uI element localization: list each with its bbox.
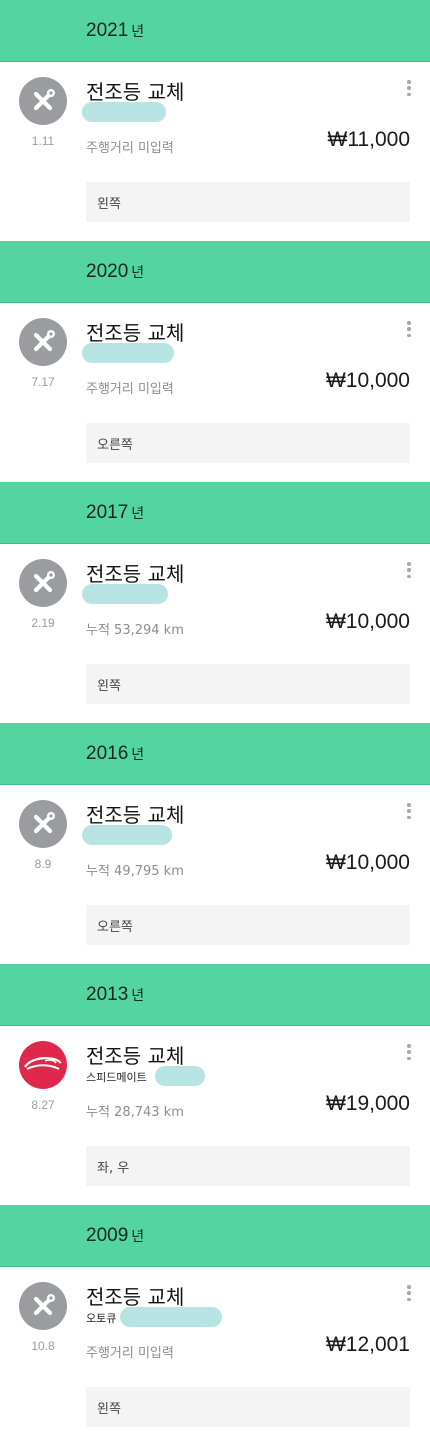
record-price: ₩10,000 <box>325 610 410 633</box>
record-title: 전조등 교체 <box>86 1044 185 1068</box>
record-title: 전조등 교체 <box>86 80 185 104</box>
record-card[interactable]: 7.17 전조등 교체 주행거리 미입력 ₩10,000 오른쪽 <box>0 303 430 482</box>
record-date: 1.11 <box>31 134 55 148</box>
record-note: 좌, 우 <box>86 1146 410 1186</box>
redaction-blur <box>82 584 168 604</box>
year-section: 2020 년 7.17 전조등 교체 주행거리 미입력 ₩10,000 오른쪽 <box>0 241 430 482</box>
record-shop: 오토큐 <box>86 1312 117 1325</box>
record-card[interactable]: 1.11 전조등 교체 주행거리 미입력 ₩11,000 왼쪽 <box>0 62 430 241</box>
wrench-icon <box>19 800 67 848</box>
redaction-blur <box>155 1066 205 1086</box>
more-options-icon[interactable] <box>406 562 412 578</box>
record-note: 왼쪽 <box>86 664 410 704</box>
record-date: 8.27 <box>31 1098 55 1112</box>
wrench-icon <box>19 559 67 607</box>
record-card[interactable]: 10.8 전조등 교체 오토큐 주행거리 미입력 ₩12,001 왼쪽 <box>0 1267 430 1440</box>
year-section: 2009 년 10.8 전조등 교체 오토큐 주행거리 미입력 ₩12,001 왼… <box>0 1205 430 1440</box>
year-section: 2017 년 2.19 전조등 교체 누적 53,294 km ₩10,000 왼… <box>0 482 430 723</box>
record-date: 7.17 <box>31 375 55 389</box>
year-header: 2009 년 <box>0 1205 430 1267</box>
more-options-icon[interactable] <box>406 321 412 337</box>
record-price: ₩11,000 <box>327 128 411 151</box>
record-note: 오른쪽 <box>86 423 410 463</box>
speedmate-logo-icon <box>19 1041 67 1089</box>
record-note: 오른쪽 <box>86 905 410 945</box>
year-section: 2016 년 8.9 전조등 교체 누적 49,795 km ₩10,000 오른… <box>0 723 430 964</box>
redaction-blur <box>82 102 166 122</box>
year-suffix: 년 <box>131 746 145 763</box>
year-header: 2020 년 <box>0 241 430 303</box>
record-price: ₩10,000 <box>325 369 410 392</box>
year-label: 2020 <box>86 260 129 282</box>
wrench-icon <box>19 318 67 366</box>
year-label: 2016 <box>86 742 129 764</box>
record-distance: 누적 28,743 km <box>86 1105 184 1120</box>
more-options-icon[interactable] <box>406 1285 412 1301</box>
year-label: 2021 <box>86 19 129 41</box>
record-title: 전조등 교체 <box>86 1285 185 1309</box>
redaction-blur <box>120 1307 222 1327</box>
year-header: 2017 년 <box>0 482 430 544</box>
record-price: ₩19,000 <box>325 1092 410 1115</box>
more-options-icon[interactable] <box>406 803 412 819</box>
year-header: 2016 년 <box>0 723 430 785</box>
year-header: 2021 년 <box>0 0 430 62</box>
year-label: 2009 <box>86 1224 129 1246</box>
more-options-icon[interactable] <box>406 80 412 96</box>
record-shop: 스피드메이트 <box>86 1071 147 1084</box>
record-card[interactable]: 8.27 전조등 교체 스피드메이트 누적 28,743 km ₩19,000 … <box>0 1026 430 1205</box>
year-section: 2013 년 8.27 전조등 교체 스피드메이트 누적 28,743 km ₩1… <box>0 964 430 1205</box>
record-card[interactable]: 8.9 전조등 교체 누적 49,795 km ₩10,000 오른쪽 <box>0 785 430 964</box>
record-title: 전조등 교체 <box>86 803 185 827</box>
year-header: 2013 년 <box>0 964 430 1026</box>
record-date: 8.9 <box>34 857 52 871</box>
record-title: 전조등 교체 <box>86 321 185 345</box>
record-distance: 누적 53,294 km <box>86 623 184 638</box>
more-options-icon[interactable] <box>406 1044 412 1060</box>
record-date: 10.8 <box>31 1339 55 1353</box>
year-label: 2013 <box>86 983 129 1005</box>
year-label: 2017 <box>86 501 129 523</box>
year-suffix: 년 <box>131 264 145 281</box>
record-note: 왼쪽 <box>86 182 410 222</box>
redaction-blur <box>82 825 172 845</box>
record-note: 왼쪽 <box>86 1387 410 1427</box>
redaction-blur <box>82 343 174 363</box>
record-distance: 주행거리 미입력 <box>86 1346 174 1361</box>
record-price: ₩10,000 <box>325 851 410 874</box>
record-date: 2.19 <box>31 616 55 630</box>
maintenance-history-list: 2021 년 1.11 전조등 교체 주행거리 미입력 ₩11,000 왼쪽 20… <box>0 0 430 1440</box>
year-suffix: 년 <box>131 1228 145 1245</box>
wrench-icon <box>19 1282 67 1330</box>
year-suffix: 년 <box>131 505 145 522</box>
record-card[interactable]: 2.19 전조등 교체 누적 53,294 km ₩10,000 왼쪽 <box>0 544 430 723</box>
wrench-icon <box>19 77 67 125</box>
record-title: 전조등 교체 <box>86 562 185 586</box>
year-section: 2021 년 1.11 전조등 교체 주행거리 미입력 ₩11,000 왼쪽 <box>0 0 430 241</box>
year-suffix: 년 <box>131 23 145 40</box>
year-suffix: 년 <box>131 987 145 1004</box>
record-price: ₩12,001 <box>325 1333 410 1356</box>
record-distance: 주행거리 미입력 <box>86 382 174 397</box>
record-distance: 누적 49,795 km <box>86 864 184 879</box>
record-distance: 주행거리 미입력 <box>86 141 174 156</box>
